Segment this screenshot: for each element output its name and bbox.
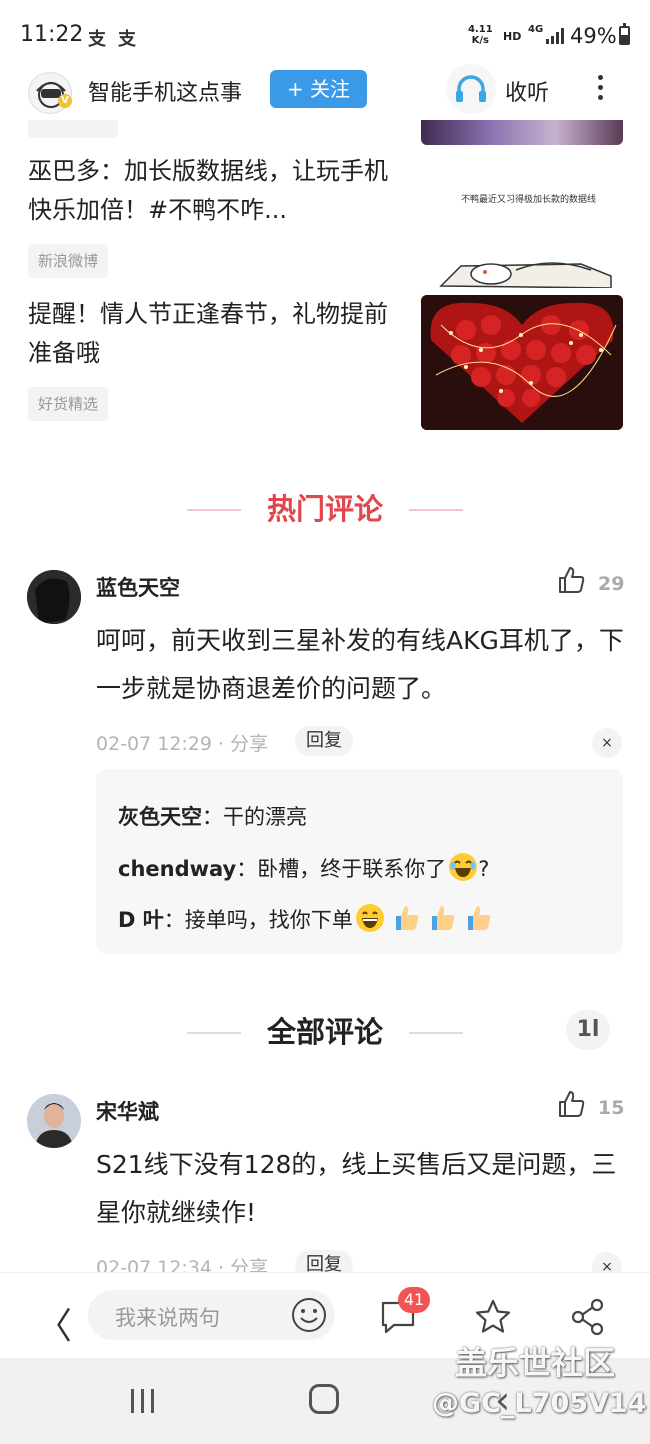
reply-username: chendway <box>118 857 237 881</box>
comment-username[interactable]: 宋华斌 <box>96 1096 159 1126</box>
laughing-tears-emoji-icon <box>449 853 478 881</box>
back-arrow-icon[interactable]: 〈 <box>36 1297 72 1349</box>
status-bar: 11:22 支 支 4.11 K/s HD 4G 49% <box>0 0 650 64</box>
comment-count-badge: 41 <box>398 1287 430 1313</box>
signal-icon <box>546 28 564 44</box>
recommendation-title[interactable]: 提醒！情人节正逢春节，礼物提前准备哦 <box>28 295 408 373</box>
comment-meta: 02-07 12:29 · 分享 <box>96 733 269 755</box>
thumbs-up-icon[interactable] <box>556 1089 586 1119</box>
network-speed: 4.11 K/s <box>468 24 493 46</box>
divider <box>409 509 463 511</box>
reply-item: 灰色天空：干的漂亮 <box>118 805 307 829</box>
recommendation-source-tag: 好货精选 <box>28 387 109 421</box>
share-icon[interactable] <box>568 1297 608 1337</box>
alipay-icon: 支 <box>88 29 106 50</box>
star-icon[interactable] <box>473 1297 513 1337</box>
close-icon[interactable]: × <box>592 728 622 758</box>
thumbs-up-emoji-icon <box>431 906 454 930</box>
battery-percent: 49% <box>570 24 617 48</box>
comment-username[interactable]: 蓝色天空 <box>96 572 180 602</box>
headphones-icon[interactable] <box>446 64 496 114</box>
recommendation-item[interactable]: 巫巴多：加长版数据线，让玩手机快乐加倍！#不鸭不咋... 新浪微博 不鸭最近又习… <box>0 152 650 288</box>
thumbs-up-icon[interactable] <box>556 565 586 595</box>
comment-input-placeholder: 我来说两句 <box>115 1306 220 1330</box>
hd-indicator: HD <box>503 30 522 43</box>
home-icon[interactable] <box>309 1384 339 1414</box>
hot-comments-heading: 热门评论 <box>0 489 650 529</box>
recent-apps-icon[interactable] <box>128 1386 158 1416</box>
all-comments-heading: 全部评论 <box>0 1012 650 1052</box>
section-title: 全部评论 <box>266 1015 383 1049</box>
emoji-icon[interactable] <box>290 1296 328 1334</box>
status-time: 11:22 <box>20 22 84 47</box>
reply-item: chendway：卧槽，终于联系你了? <box>118 852 489 883</box>
article-header: V 智能手机这点事 + 关注 收听 <box>0 64 650 120</box>
reply-suffix: ? <box>478 857 490 881</box>
rose-gift-box-image <box>421 295 623 430</box>
more-options-icon[interactable] <box>588 70 612 110</box>
like-count: 15 <box>598 1097 625 1119</box>
recommendation-title[interactable]: 巫巴多：加长版数据线，让玩手机快乐加倍！#不鸭不咋... <box>28 152 408 230</box>
reply-button[interactable]: 回复 <box>295 726 353 756</box>
reply-username: D 叶 <box>118 908 164 932</box>
comment-text: 呵呵，前天收到三星补发的有线AKG耳机了，下一步就是协商退差价的问题了。 <box>96 626 624 703</box>
reply-text: 干的漂亮 <box>223 805 307 829</box>
listen-button[interactable]: 收听 <box>505 75 549 107</box>
recommendation-item[interactable]: 提醒！情人节正逢春节，礼物提前准备哦 好货精选 <box>0 295 650 430</box>
network-type: 4G <box>528 24 544 35</box>
divider <box>409 1032 463 1034</box>
battery-icon <box>619 23 630 45</box>
reply-item: D 叶：接单吗，找你下单 <box>118 903 493 934</box>
account-name[interactable]: 智能手机这点事 <box>88 75 242 107</box>
avatar[interactable] <box>27 1094 81 1148</box>
thumbnail-caption: 不鸭最近又习得极加长款的数据线 <box>461 195 597 205</box>
cartoon-illustration <box>439 262 612 288</box>
thumbs-up-emoji-icon <box>467 906 490 930</box>
grinning-emoji-icon <box>355 904 384 932</box>
like-count: 29 <box>598 573 625 595</box>
reply-thread[interactable]: 灰色天空：干的漂亮 chendway：卧槽，终于联系你了? D 叶：接单吗，找你… <box>96 769 623 954</box>
reply-username: 灰色天空 <box>118 805 202 829</box>
comment-text: S21线下没有128的，线上买售后又是问题，三星你就继续作! <box>96 1150 617 1227</box>
section-title: 热门评论 <box>266 492 383 526</box>
alipay-icon: 支 <box>118 29 136 50</box>
reply-text: 接单吗，找你下单 <box>184 908 353 932</box>
recommendation-source-tag: 新浪微博 <box>28 244 109 278</box>
recommendation-thumbnail[interactable]: 不鸭最近又习得极加长款的数据线 <box>421 152 623 288</box>
recommendation-thumbnail[interactable] <box>421 295 623 430</box>
follow-button[interactable]: + 关注 <box>270 70 367 108</box>
thumbs-up-emoji-icon <box>395 906 418 930</box>
watermark-handle: @GC_L705V14 <box>432 1388 647 1419</box>
avatar[interactable] <box>27 570 81 624</box>
reply-text: 卧槽，终于联系你了 <box>257 857 447 881</box>
sort-icon[interactable]: 1l <box>566 1010 610 1050</box>
verified-badge-icon: V <box>58 94 72 108</box>
watermark-title: 盖乐世社区 <box>455 1344 616 1382</box>
